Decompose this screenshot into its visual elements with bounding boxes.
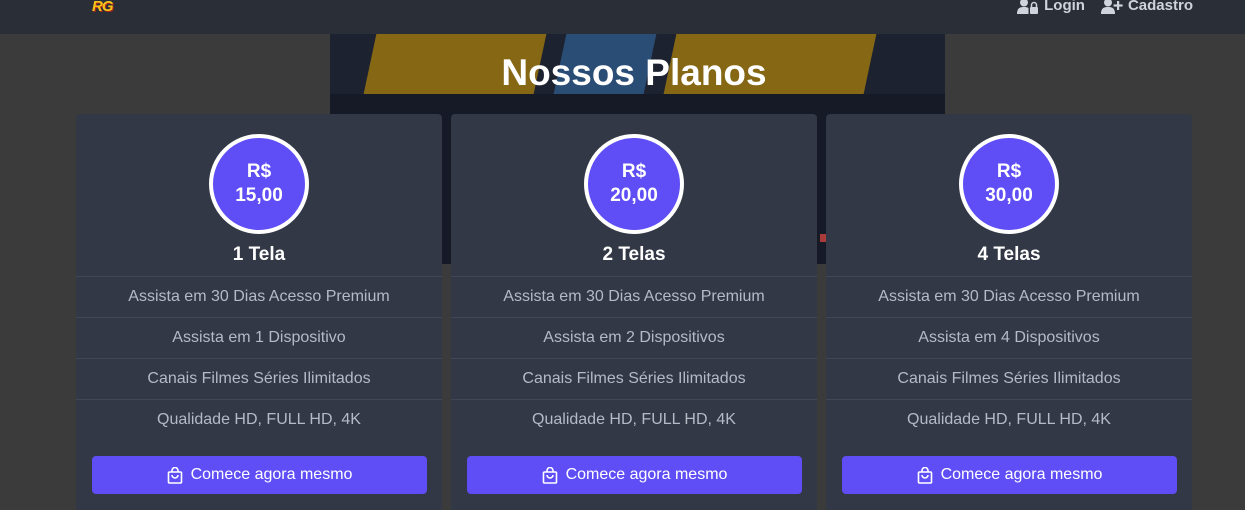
login-link[interactable]: Login — [1017, 0, 1085, 14]
start-now-label: Comece agora mesmo — [190, 466, 353, 483]
price-currency: R$ — [246, 161, 272, 182]
feature-item: Qualidade HD, FULL HD, 4K — [76, 399, 442, 440]
price-badge: R$ 15,00 — [209, 134, 309, 234]
signup-label: Cadastro — [1127, 0, 1193, 14]
navbar: RG Login Cadastro — [0, 0, 1245, 34]
shopping-bag-icon — [167, 466, 182, 484]
feature-item: Assista em 30 Dias Acesso Premium — [451, 276, 817, 317]
plan-name: 2 Telas — [602, 244, 666, 265]
price-badge: R$ 30,00 — [959, 134, 1059, 234]
feature-item: Assista em 2 Dispositivos — [451, 317, 817, 358]
plan-card: R$ 30,00 4 Telas Assista em 30 Dias Aces… — [826, 114, 1192, 510]
plan-features: Assista em 30 Dias Acesso Premium Assist… — [826, 276, 1192, 440]
signup-link[interactable]: Cadastro — [1100, 0, 1193, 14]
price-value: 30,00 — [985, 185, 1033, 206]
feature-item: Canais Filmes Séries Ilimitados — [451, 358, 817, 399]
feature-item: Assista em 30 Dias Acesso Premium — [76, 276, 442, 317]
price-currency: R$ — [621, 161, 647, 182]
price-value: 20,00 — [610, 185, 658, 206]
start-now-label: Comece agora mesmo — [940, 466, 1103, 483]
site-logo[interactable]: RG — [92, 0, 128, 16]
page-title: Nossos Planos — [501, 52, 767, 93]
shopping-bag-icon — [917, 466, 932, 484]
start-now-button[interactable]: Comece agora mesmo — [92, 456, 427, 494]
plan-name: 4 Telas — [977, 244, 1041, 265]
feature-item: Canais Filmes Séries Ilimitados — [826, 358, 1192, 399]
feature-item: Assista em 4 Dispositivos — [826, 317, 1192, 358]
start-now-button[interactable]: Comece agora mesmo — [842, 456, 1177, 494]
price-currency: R$ — [996, 161, 1022, 182]
plan-card: R$ 15,00 1 Tela Assista em 30 Dias Acess… — [76, 114, 442, 510]
price-value: 15,00 — [235, 185, 283, 206]
start-now-button[interactable]: Comece agora mesmo — [467, 456, 802, 494]
feature-item: Qualidade HD, FULL HD, 4K — [451, 399, 817, 440]
price-badge: R$ 20,00 — [584, 134, 684, 234]
plan-name: 1 Tela — [232, 244, 286, 265]
plans-list: R$ 15,00 1 Tela Assista em 30 Dias Acess… — [76, 114, 1192, 510]
user-lock-icon — [1017, 0, 1039, 14]
feature-item: Qualidade HD, FULL HD, 4K — [826, 399, 1192, 440]
login-label: Login — [1044, 0, 1085, 14]
feature-item: Assista em 1 Dispositivo — [76, 317, 442, 358]
plan-features: Assista em 30 Dias Acesso Premium Assist… — [76, 276, 442, 440]
feature-item: Assista em 30 Dias Acesso Premium — [826, 276, 1192, 317]
start-now-label: Comece agora mesmo — [565, 466, 728, 483]
shopping-bag-icon — [542, 466, 557, 484]
user-plus-icon — [1100, 0, 1123, 14]
nav-links: Login Cadastro — [1017, 0, 1193, 14]
plan-features: Assista em 30 Dias Acesso Premium Assist… — [451, 276, 817, 440]
plan-card: R$ 20,00 2 Telas Assista em 30 Dias Aces… — [451, 114, 817, 510]
feature-item: Canais Filmes Séries Ilimitados — [76, 358, 442, 399]
